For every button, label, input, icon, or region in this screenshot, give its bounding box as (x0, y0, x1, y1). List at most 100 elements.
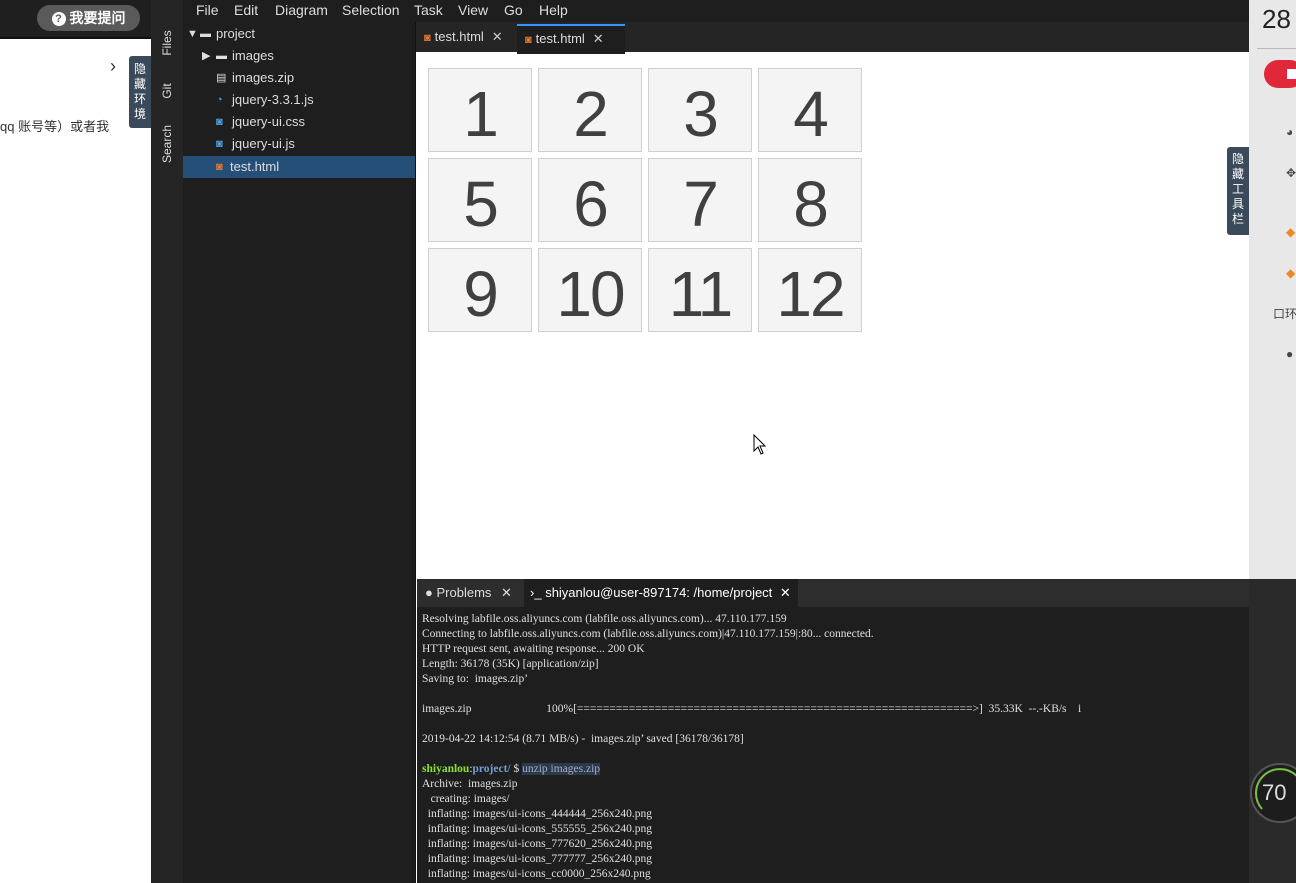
info-icon: ● (425, 585, 433, 600)
tab-terminal[interactable]: ›_ shiyanlou@user-897174: /home/project … (524, 579, 798, 607)
terminal-line: Archive: images.zip (422, 778, 518, 790)
close-icon[interactable]: ✕ (492, 29, 503, 44)
prompt-path: project/ (472, 763, 511, 775)
hide-environment-tab[interactable]: 隐藏环境 (129, 56, 151, 128)
tree-item-images[interactable]: ▶ ▬ images (183, 45, 415, 67)
grid-cell[interactable]: 11 (648, 248, 752, 332)
close-icon[interactable]: ✕ (501, 585, 512, 600)
tab-problems[interactable]: ● Problems ✕ (417, 579, 531, 607)
terminal-line: Saving to: images.zip’ (422, 673, 529, 685)
divider (1257, 48, 1296, 49)
terminal-line: inflating: images/ui-icons_777620_256x24… (422, 838, 652, 850)
menu-diagram[interactable]: Diagram (275, 2, 328, 18)
terminal-line: inflating: images/ui-icons_444444_256x24… (422, 808, 652, 820)
terminal-line: 2019-04-22 14:12:54 (8.71 MB/s) - images… (422, 733, 744, 745)
terminal-prompt-line: shiyanlou:project/ $ unzip images.zip (422, 763, 601, 775)
grid-cell[interactable]: 2 (538, 68, 642, 152)
folder-icon: ▬ (216, 50, 227, 62)
record-button[interactable] (1264, 60, 1296, 88)
editor-tab-test-html-2[interactable]: ◙ test.html ✕ (517, 24, 625, 54)
terminal-progress-line: images.zip 100%[========================… (422, 703, 1082, 715)
tree-item-jquery-ui-js[interactable]: ◙ jquery-ui.js (183, 133, 415, 155)
tree-item-images-zip[interactable]: ▤ images.zip (183, 67, 415, 89)
terminal-line: Resolving labfile.oss.aliyuncs.com (labf… (422, 613, 787, 625)
hide-environment-label: 隐藏环境 (134, 62, 147, 121)
grid-cell[interactable]: 9 (428, 248, 532, 332)
terminal-line: inflating: images/ui-icons_cc0000_256x24… (422, 868, 651, 880)
hide-toolbar-tab[interactable]: 隐藏工具栏 (1227, 147, 1249, 235)
mouse-cursor-icon (753, 434, 767, 455)
activity-tab-git[interactable]: Git (151, 83, 183, 108)
terminal-line: creating: images/ (422, 793, 510, 805)
panel-tab-bar: ● Problems ✕ ›_ shiyanlou@user-897174: /… (417, 579, 1249, 607)
folder-open-icon: ▬ (200, 28, 211, 40)
terminal-line: Length: 36178 (35K) [application/zip] (422, 658, 599, 670)
palette-icon[interactable]: ◕ (1286, 125, 1293, 139)
menu-view[interactable]: View (458, 2, 488, 18)
close-icon[interactable]: ✕ (780, 585, 791, 600)
menu-file[interactable]: File (196, 2, 219, 18)
js-file-icon: ◔ (216, 94, 223, 106)
grid-cell[interactable]: 7 (648, 158, 752, 242)
doc-body-text: qq 账号等）或者我 (0, 119, 110, 134)
fullscreen-icon[interactable]: ✥ (1286, 166, 1296, 180)
activity-tab-search[interactable]: Search (151, 125, 183, 164)
hide-toolbar-label: 隐藏工具栏 (1232, 152, 1245, 226)
terminal[interactable]: Resolving labfile.oss.aliyuncs.com (labf… (417, 607, 1249, 883)
stop-icon (1287, 69, 1296, 79)
html5-icon: ◙ (525, 34, 532, 46)
grid-cell[interactable]: 4 (758, 68, 862, 152)
terminal-line: Connecting to labfile.oss.aliyuncs.com (… (422, 628, 874, 640)
menu-task[interactable]: Task (414, 2, 443, 18)
css-file-icon: ◙ (216, 116, 223, 128)
grid-cell[interactable]: 10 (538, 248, 642, 332)
activity-tab-files[interactable]: Files (151, 30, 183, 64)
grid-cell[interactable]: 1 (428, 68, 532, 152)
tree-item-project[interactable]: ▼ ▬ project (183, 23, 415, 45)
menu-go[interactable]: Go (504, 2, 523, 18)
menu-help[interactable]: Help (539, 2, 568, 18)
right-toolbar-lower (1249, 579, 1296, 883)
editor-tab-test-html-1[interactable]: ◙ test.html ✕ (416, 24, 524, 52)
close-icon[interactable]: ✕ (593, 31, 604, 46)
file-explorer: ▼ ▬ project ▶ ▬ images ▤ images.zip ◔ jq… (183, 22, 416, 883)
chevron-down-icon: ▼ (187, 28, 198, 40)
badge-icon[interactable]: ◆ (1286, 225, 1295, 239)
menu-bar: File Edit Diagram Selection Task View Go… (183, 0, 1249, 22)
side-label[interactable]: 口环 (1273, 305, 1296, 322)
prompt-command: unzip images.zip (522, 763, 601, 775)
html-preview: 1 2 3 4 5 6 7 8 9 10 11 12 (417, 57, 1249, 579)
timer-number: 28 (1262, 4, 1291, 34)
help-icon[interactable]: ● (1286, 347, 1293, 361)
html-file-icon: ◙ (216, 161, 223, 173)
terminal-icon: ›_ (530, 585, 542, 600)
editor-tab-bar: ◙ test.html ✕ ◙ test.html ✕ (416, 22, 1249, 54)
menu-selection[interactable]: Selection (342, 2, 400, 18)
grid-cell[interactable]: 8 (758, 158, 862, 242)
js-file-icon: ◙ (216, 138, 223, 150)
prompt-symbol: $ (513, 763, 520, 775)
grid-cell[interactable]: 5 (428, 158, 532, 242)
terminal-line: inflating: images/ui-icons_777777_256x24… (422, 853, 652, 865)
terminal-line: inflating: images/ui-icons_555555_256x24… (422, 823, 652, 835)
tree-item-test-html[interactable]: ◙ test.html (183, 156, 415, 178)
grid-cell[interactable]: 6 (538, 158, 642, 242)
prompt-user: shiyanlou (422, 763, 470, 775)
ask-question-button[interactable]: ? 我要提问 (37, 5, 140, 31)
terminal-line: HTTP request sent, awaiting response... … (422, 643, 645, 655)
chevron-right-icon[interactable]: › (110, 56, 116, 77)
left-doc-panel: ? 我要提问 › qq 账号等）或者我 (0, 0, 151, 883)
activity-bar: Files Git Search (151, 0, 183, 883)
zip-file-icon: ▤ (216, 72, 227, 84)
menu-edit[interactable]: Edit (234, 2, 258, 18)
ask-question-label: 我要提问 (69, 10, 126, 26)
chevron-right-icon: ▶ (202, 50, 211, 62)
tree-item-jquery-ui-css[interactable]: ◙ jquery-ui.css (183, 111, 415, 133)
badge-icon[interactable]: ◆ (1286, 266, 1295, 280)
gauge-value: 70 (1262, 780, 1287, 805)
tree-item-jquery-js[interactable]: ◔ jquery-3.3.1.js (183, 89, 415, 111)
grid-cell[interactable]: 3 (648, 68, 752, 152)
grid-cell[interactable]: 12 (758, 248, 862, 332)
question-icon: ? (51, 12, 66, 26)
html5-icon: ◙ (424, 32, 431, 44)
